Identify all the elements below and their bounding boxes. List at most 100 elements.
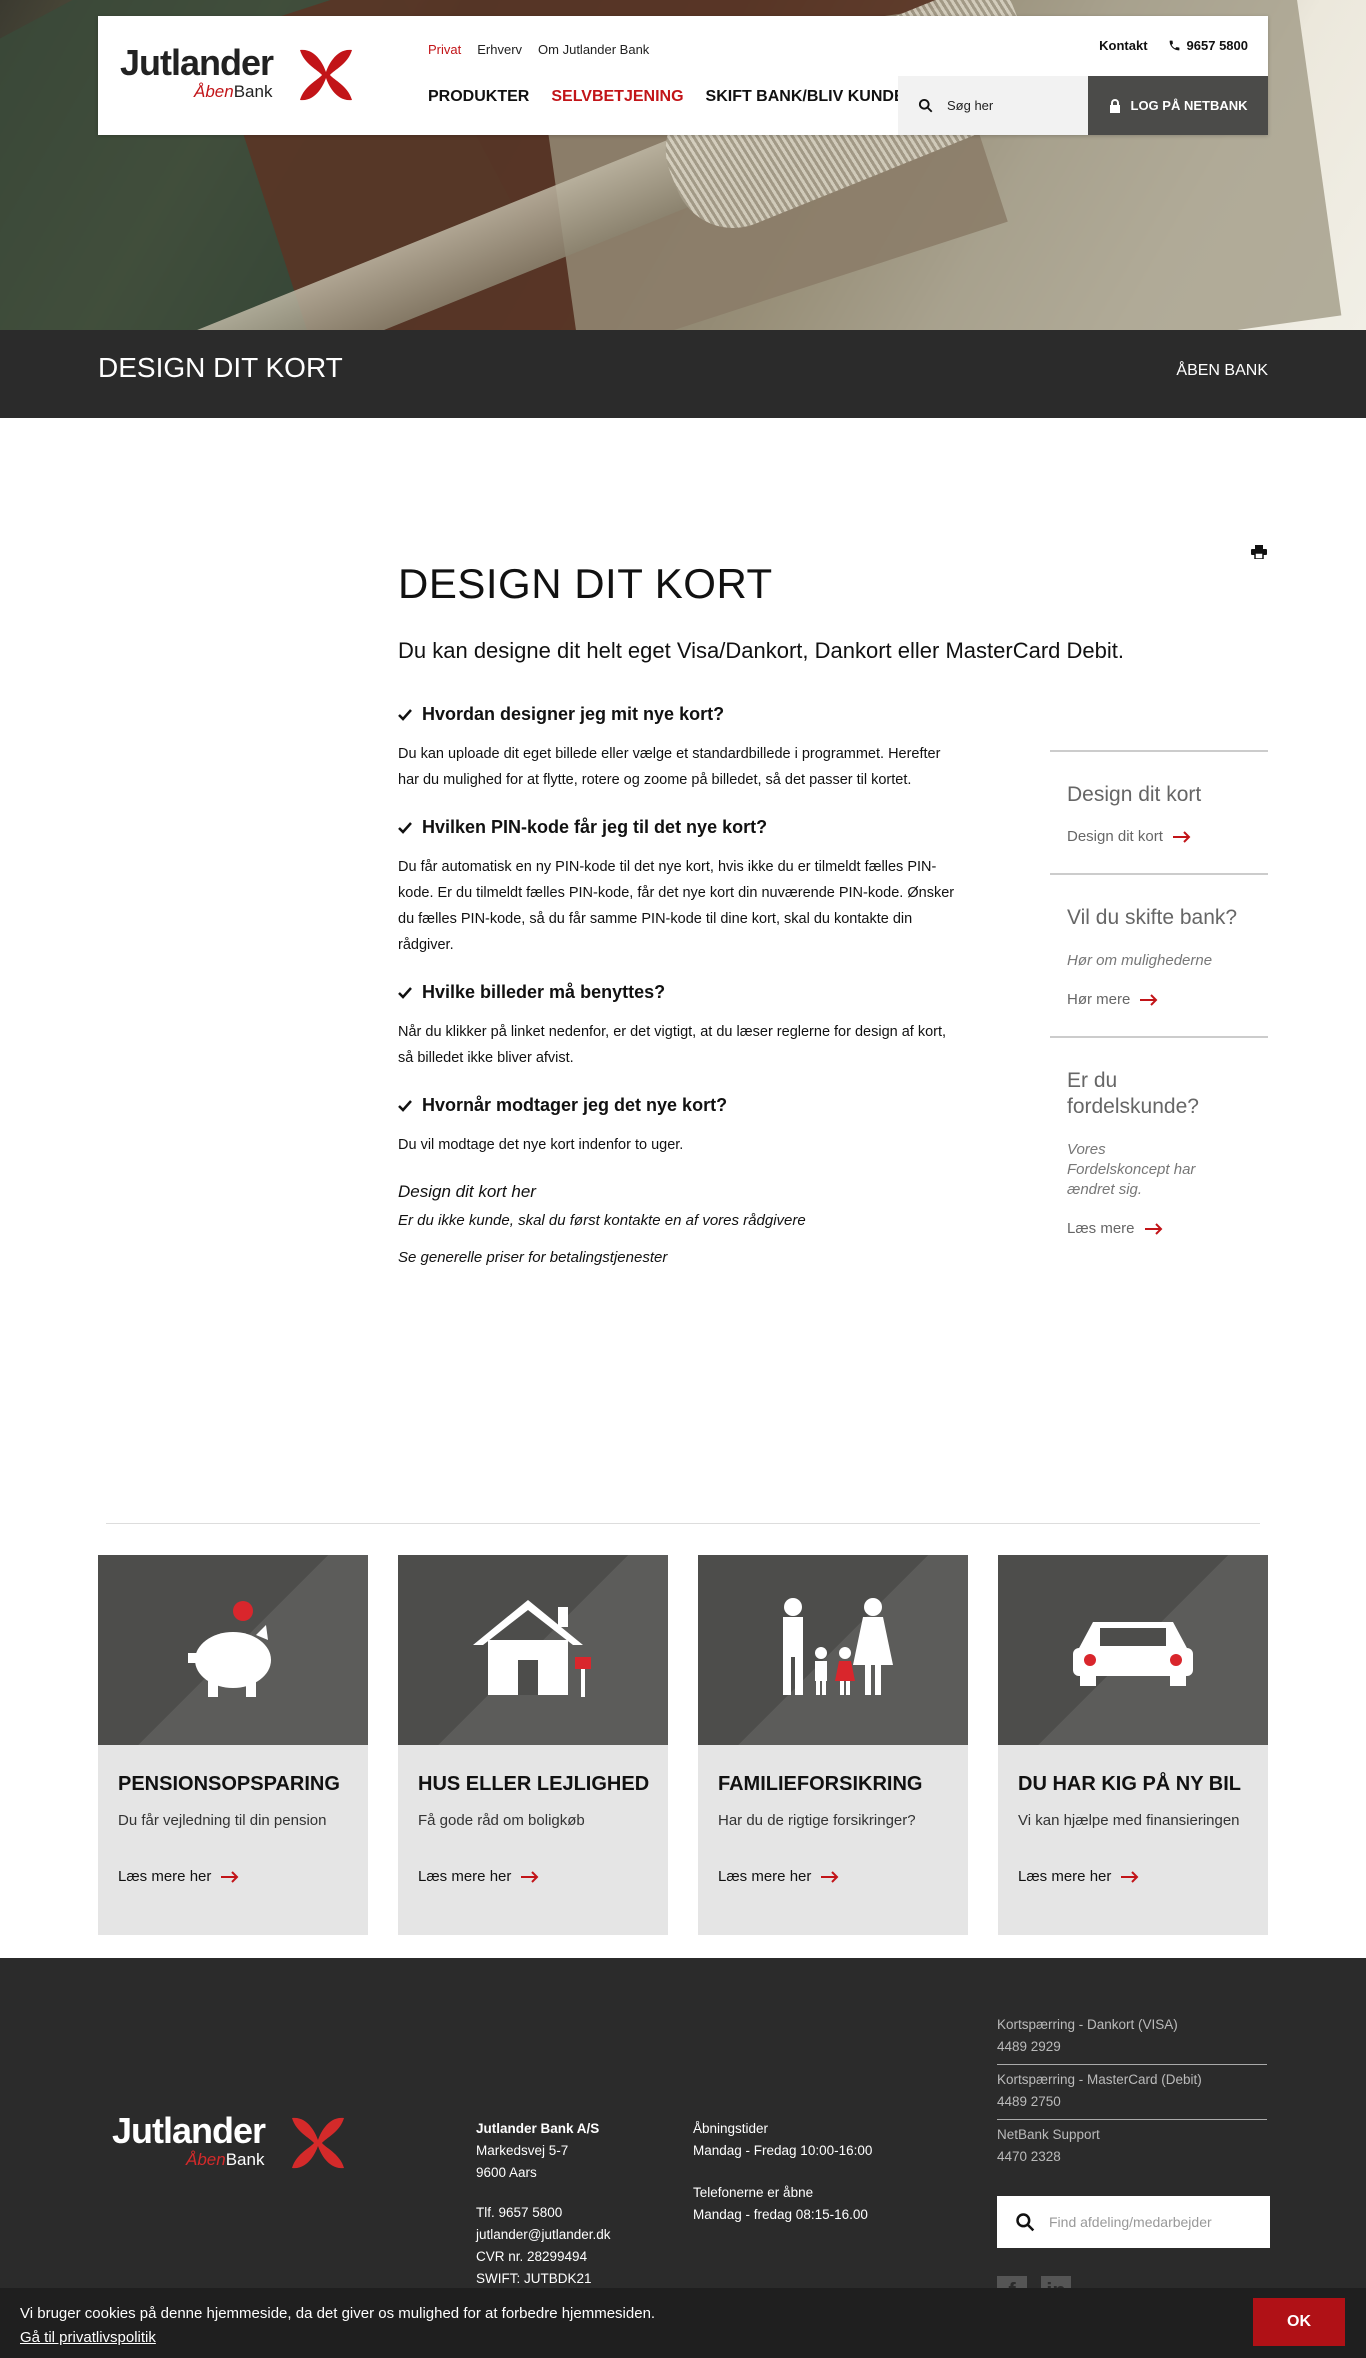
faq-answer: Du får automatisk en ny PIN-kode til det… — [398, 859, 955, 953]
card-title: FAMILIEFORSIKRING — [718, 1773, 923, 1795]
check-icon — [398, 821, 412, 834]
sidebar-box-title: Design dit kort — [1067, 783, 1202, 806]
card-link[interactable]: Læs mere her — [398, 1868, 668, 1885]
support-block: Kortspærring - MasterCard (Debit) 4489 27… — [997, 2065, 1267, 2120]
family-icon — [783, 1598, 893, 1695]
card-desc: Vi kan hjælpe med finansieringen — [1018, 1812, 1240, 1829]
phone-number: 9657 5800 — [1186, 38, 1248, 53]
card-link[interactable]: Læs mere her — [998, 1868, 1268, 1885]
sidebar-box: Er du fordelskunde? Vores Fordelskoncept… — [1050, 1036, 1268, 1265]
promo-card-house[interactable]: HUS ELLER LEJLIGHED Få gode råd om bolig… — [398, 1555, 668, 1935]
page-title: DESIGN DIT KORT — [398, 560, 773, 607]
sidebar-box-link[interactable]: Læs mere — [1067, 1220, 1208, 1237]
search-icon[interactable] — [1015, 2212, 1035, 2232]
nav-produkter[interactable]: PRODUKTER — [428, 88, 529, 106]
logo-x-icon — [292, 2117, 344, 2169]
nav-selvbetjening[interactable]: SELVBETJENING — [551, 88, 683, 106]
logo-x-icon — [300, 49, 352, 101]
arrow-right-icon — [1140, 993, 1158, 1006]
card-desc: Har du de rigtige forsikringer? — [718, 1812, 916, 1829]
search-icon[interactable] — [918, 98, 933, 113]
not-customer-link[interactable]: Er du ikke kunde, skal du først kontakte… — [398, 1212, 958, 1229]
toplink-om-jutlander-bank[interactable]: Om Jutlander Bank — [538, 42, 649, 57]
footer-address: Jutlander Bank A/S Markedsvej 5-7 9600 A… — [476, 2121, 611, 2286]
promo-card-car[interactable]: DU HAR KIG PÅ NY BIL Vi kan hjælpe med f… — [998, 1555, 1268, 1935]
piggy-bank-icon — [188, 1601, 271, 1697]
footer-search-input[interactable] — [1049, 2214, 1249, 2230]
design-card-link[interactable]: Design dit kort her — [398, 1182, 958, 1202]
search-input[interactable] — [947, 98, 1067, 113]
faq-answer: Du vil modtage det nye kort indenfor to … — [398, 1137, 684, 1153]
cookie-text: Vi bruger cookies på denne hjemmeside, d… — [20, 2305, 656, 2346]
sidebar-box-title: Er du fordelskunde? — [1067, 1069, 1199, 1118]
footer-hours: Åbningstider Mandag - Fredag 10:00-16:00… — [693, 2121, 873, 2222]
search-box — [898, 76, 1088, 135]
footer-support-numbers: Kortspærring - Dankort (VISA) 4489 2929 K… — [997, 2010, 1267, 2174]
footer-phone[interactable]: Tlf. 9657 5800 — [476, 2202, 611, 2224]
toplink-privat[interactable]: Privat — [428, 42, 461, 57]
promo-cards: PENSIONSOPSPARING Du får vejledning til … — [98, 1555, 1268, 1935]
toplink-erhverv[interactable]: Erhverv — [477, 42, 522, 57]
phone-icon — [1169, 40, 1179, 51]
arrow-right-icon — [821, 1870, 839, 1883]
netbank-login-button[interactable]: LOG PÅ NETBANK — [1088, 76, 1268, 135]
faq-list: Hvordan designer jeg mit nye kort? Du ka… — [398, 704, 958, 1158]
card-link[interactable]: Læs mere her — [98, 1868, 368, 1885]
card-title: PENSIONSOPSPARING — [118, 1773, 340, 1795]
phone-link[interactable]: 9657 5800 — [1168, 38, 1248, 53]
arrow-right-icon — [521, 1870, 539, 1883]
faq-question[interactable]: Hvilke billeder må benyttes? — [398, 982, 958, 1003]
faq-question[interactable]: Hvordan designer jeg mit nye kort? — [398, 704, 958, 725]
faq-answer: Du kan uploade dit eget billede eller væ… — [398, 746, 941, 788]
faq-answer: Når du klikker på linket nedenfor, er de… — [398, 1024, 947, 1066]
main-content: DESIGN DIT KORT Du kan designe dit helt … — [398, 560, 1124, 1286]
cookie-banner: Vi bruger cookies på denne hjemmeside, d… — [0, 2288, 1366, 2358]
login-label: LOG PÅ NETBANK — [1130, 98, 1248, 113]
card-desc: Få gode råd om boligkøb — [418, 1812, 585, 1829]
nav-skift-bank[interactable]: SKIFT BANK/BLIV KUNDE — [706, 88, 905, 106]
sidebar-box: Vil du skifte bank? Hør om mulighederne … — [1050, 873, 1268, 1036]
arrow-right-icon — [1121, 1870, 1139, 1883]
promo-card-family[interactable]: FAMILIEFORSIKRING Har du de rigtige fors… — [698, 1555, 968, 1935]
faq-question[interactable]: Hvilken PIN-kode får jeg til det nye kor… — [398, 817, 958, 838]
house-icon — [473, 1600, 591, 1697]
print-icon[interactable] — [1251, 545, 1267, 559]
footer-logo[interactable]: Jutlander ÅbenBank — [112, 2110, 352, 2180]
sidebar: Design dit kort Design dit kort Vil du s… — [1050, 750, 1268, 1265]
contact-link[interactable]: Kontakt — [1099, 38, 1147, 53]
card-image — [398, 1555, 668, 1745]
card-link[interactable]: Læs mere her — [698, 1868, 968, 1885]
card-title: DU HAR KIG PÅ NY BIL — [1018, 1773, 1241, 1795]
card-image — [98, 1555, 368, 1745]
support-block: Kortspærring - Dankort (VISA) 4489 2929 — [997, 2010, 1267, 2065]
breadcrumb[interactable]: ÅBEN BANK — [1176, 362, 1268, 380]
prices-link[interactable]: Se generelle priser for betalingstjenest… — [398, 1249, 958, 1266]
divider — [106, 1523, 1260, 1524]
sidebar-box-text: Vores Fordelskoncept har ændret sig. — [1067, 1141, 1196, 1198]
car-icon — [1073, 1622, 1193, 1686]
sidebar-box-title: Vil du skifte bank? — [1067, 906, 1238, 929]
arrow-right-icon — [221, 1870, 239, 1883]
privacy-policy-link[interactable]: Gå til privatlivspolitik — [20, 2329, 156, 2346]
faq-question[interactable]: Hvornår modtager jeg det nye kort? — [398, 1095, 958, 1116]
sidebar-box-link[interactable]: Design dit kort — [1067, 828, 1251, 845]
footer-email[interactable]: jutlander@jutlander.dk — [476, 2224, 611, 2246]
footer-search — [997, 2196, 1270, 2248]
site-header: Jutlander ÅbenBank Privat Erhverv Om Jut… — [98, 16, 1268, 135]
page-heading: DESIGN DIT KORT — [98, 352, 343, 383]
contact-area: Kontakt 9657 5800 — [1099, 38, 1248, 53]
segment-links: Privat Erhverv Om Jutlander Bank — [428, 42, 649, 57]
jutlander-logo[interactable]: Jutlander ÅbenBank — [120, 42, 360, 112]
promo-card-pension[interactable]: PENSIONSOPSPARING Du får vejledning til … — [98, 1555, 368, 1935]
support-block: NetBank Support 4470 2328 — [997, 2127, 1100, 2164]
lead-text: Du kan designe dit helt eget Visa/Dankor… — [398, 638, 1124, 663]
title-bar: DESIGN DIT KORT ÅBEN BANK — [0, 330, 1366, 418]
sidebar-box-link[interactable]: Hør mere — [1067, 991, 1251, 1008]
arrow-right-icon — [1144, 1222, 1162, 1235]
card-image — [998, 1555, 1268, 1745]
lock-icon — [1109, 98, 1120, 113]
card-desc: Du får vejledning til din pension — [118, 1812, 327, 1829]
check-icon — [398, 708, 412, 721]
card-image — [698, 1555, 968, 1745]
cookie-ok-button[interactable]: OK — [1253, 2298, 1345, 2346]
